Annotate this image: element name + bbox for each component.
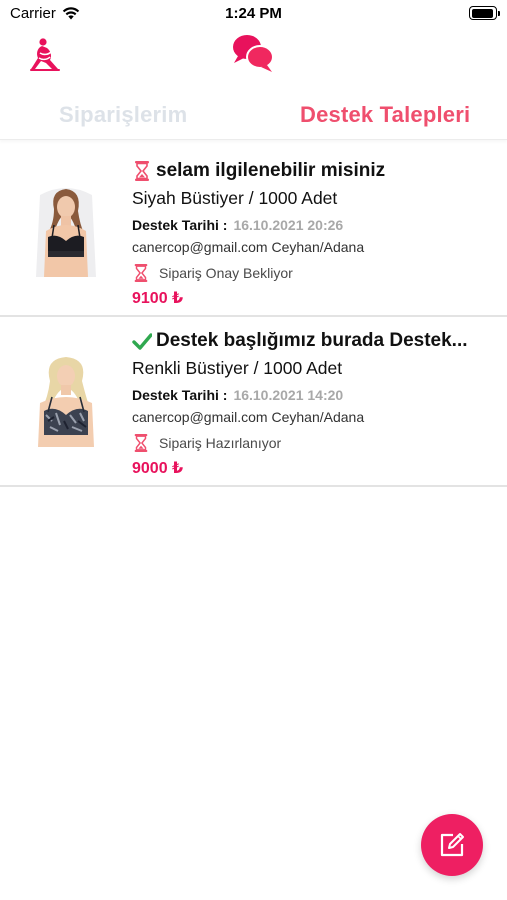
support-date-row: Destek Tarihi : 16.10.2021 20:26	[132, 214, 492, 236]
order-status-text: Sipariş Hazırlanıyor	[159, 435, 282, 451]
segmented-tabs: Siparişlerim Destek Talepleri	[0, 92, 507, 140]
fitness-woman-logo-icon[interactable]	[28, 36, 62, 72]
chat-bubbles-icon[interactable]	[230, 32, 276, 74]
product-summary: Siyah Büstiyer / 1000 Adet	[132, 188, 338, 208]
hourglass-icon	[135, 161, 149, 181]
price-label: 9000 ₺	[132, 460, 184, 477]
order-status-row: Sipariş Onay Bekliyor	[132, 262, 492, 284]
hourglass-icon	[134, 434, 148, 452]
price-label: 9100 ₺	[132, 290, 184, 307]
product-summary: Renkli Büstiyer / 1000 Adet	[132, 358, 343, 378]
support-date-value: 16.10.2021 14:20	[233, 387, 344, 403]
support-date-value: 16.10.2021 20:26	[233, 217, 344, 233]
contact-info: canercop@gmail.com Ceyhan/Adana	[132, 409, 365, 425]
support-date-row: Destek Tarihi : 16.10.2021 14:20	[132, 384, 492, 406]
support-date-label: Destek Tarihi :	[132, 217, 228, 233]
compose-icon	[440, 833, 464, 857]
order-status-text: Sipariş Onay Bekliyor	[159, 265, 293, 281]
ticket-title: Destek başlığımız burada Destek...	[156, 330, 468, 351]
list-item[interactable]: selam ilgilenebilir misiniz Siyah Büstiy…	[0, 147, 507, 317]
order-status-row: Sipariş Hazırlanıyor	[132, 432, 492, 454]
nav-bar	[0, 28, 507, 84]
battery-icon	[469, 6, 500, 20]
status-time: 1:24 PM	[225, 5, 282, 22]
new-ticket-button[interactable]	[421, 814, 483, 876]
support-ticket-list: selam ilgilenebilir misiniz Siyah Büstiy…	[0, 147, 507, 487]
status-bar: Carrier 1:24 PM	[0, 0, 507, 28]
list-item[interactable]: Destek başlığımız burada Destek... Renkl…	[0, 317, 507, 487]
product-image-patterned-bralette	[38, 357, 94, 447]
tab-orders[interactable]: Siparişlerim	[59, 102, 187, 128]
support-date-label: Destek Tarihi :	[132, 387, 228, 403]
contact-info: canercop@gmail.com Ceyhan/Adana	[132, 239, 365, 255]
checkmark-icon	[132, 333, 152, 350]
hourglass-icon	[134, 264, 148, 282]
product-image-black-bralette	[36, 188, 96, 277]
tab-support-requests[interactable]: Destek Talepleri	[300, 102, 470, 128]
ticket-title: selam ilgilenebilir misiniz	[156, 160, 386, 181]
